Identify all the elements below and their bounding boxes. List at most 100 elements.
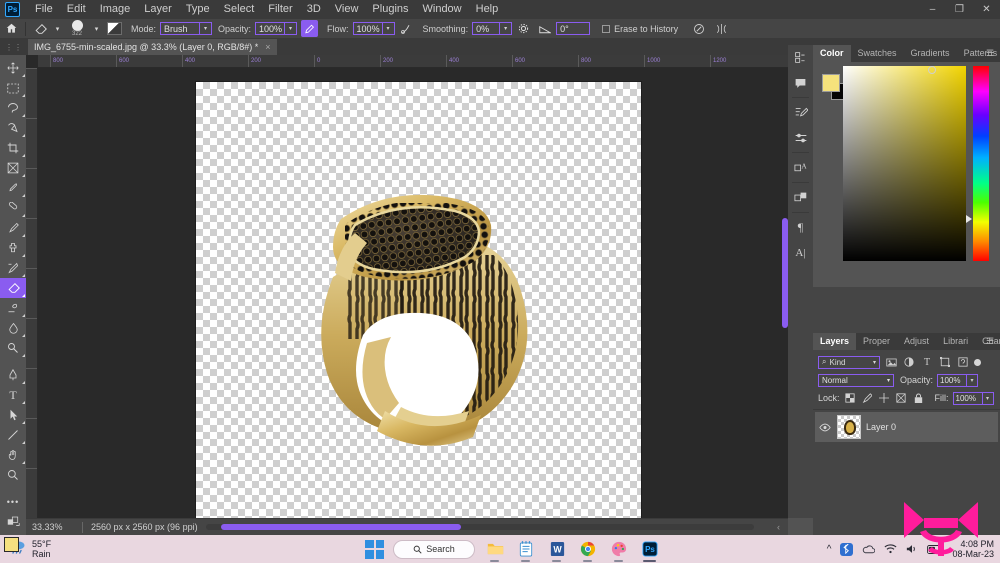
filter-adjustment-icon[interactable] — [902, 355, 916, 369]
lock-position-icon[interactable] — [878, 392, 891, 405]
layer-visibility-eye-icon[interactable] — [818, 423, 832, 432]
symmetry-icon[interactable] — [710, 19, 732, 39]
rectangular-marquee-tool[interactable] — [0, 78, 26, 98]
zoom-level[interactable]: 33.33% — [26, 522, 82, 532]
brush-angle-value[interactable]: 0° — [556, 22, 591, 35]
filter-type-icon[interactable]: T — [920, 355, 934, 369]
dodge-tool[interactable] — [0, 338, 26, 358]
edit-toolbar-button[interactable]: ••• — [0, 492, 26, 512]
tablet-pressure-size-icon[interactable] — [395, 19, 417, 39]
object-selection-tool[interactable] — [0, 118, 26, 138]
filter-shape-icon[interactable] — [938, 355, 952, 369]
wifi-icon[interactable] — [884, 544, 897, 554]
layer-filter-kind-select[interactable]: ⌕ Kind ▾ — [818, 355, 880, 369]
microsoft-word-icon[interactable]: W — [546, 538, 568, 562]
windows-start-icon[interactable] — [365, 539, 384, 559]
tab-layers[interactable]: Layers — [813, 333, 857, 350]
default-colors-button[interactable] — [0, 512, 26, 532]
lock-transparent-pixels-icon[interactable] — [844, 392, 857, 405]
eraser-tool[interactable] — [0, 278, 26, 298]
gear-icon[interactable] — [512, 19, 534, 39]
blend-mode-select[interactable]: Normal ▾ — [818, 373, 894, 387]
pen-tool[interactable] — [0, 365, 26, 385]
document-tab[interactable]: IMG_6755-min-scaled.jpg @ 33.3% (Layer 0… — [28, 39, 277, 55]
hand-tool[interactable] — [0, 445, 26, 465]
tab-gradients[interactable]: Gradients — [904, 45, 957, 62]
menu-item-help[interactable]: Help — [469, 0, 506, 19]
status-collapse-icon[interactable]: ‹ — [777, 522, 780, 532]
restore-button[interactable]: ❐ — [946, 0, 973, 19]
mode-select[interactable]: Brush ▾ — [160, 22, 213, 35]
file-explorer-icon[interactable] — [484, 538, 506, 562]
tab-color[interactable]: Color — [813, 45, 851, 62]
minimize-button[interactable]: – — [919, 0, 946, 19]
menu-item-3d[interactable]: 3D — [300, 0, 328, 19]
menu-item-select[interactable]: Select — [217, 0, 262, 19]
brush-tool[interactable] — [0, 218, 26, 238]
volume-icon[interactable] — [906, 544, 918, 554]
hue-strip[interactable] — [973, 66, 989, 261]
hue-strip-marker[interactable] — [966, 215, 972, 223]
color-panel-foreground-swatch[interactable] — [822, 74, 840, 92]
actions-panel-icon[interactable] — [788, 100, 813, 125]
menu-item-filter[interactable]: Filter — [261, 0, 299, 19]
brush-size-preview[interactable]: 322 — [64, 19, 90, 39]
color-field-marker[interactable] — [928, 66, 936, 74]
foreground-color-swatch[interactable] — [4, 537, 19, 552]
canvas-viewport[interactable] — [38, 68, 788, 518]
erase-to-history-checkbox[interactable]: Erase to History — [590, 24, 678, 34]
tray-overflow-chevron-up-icon[interactable]: ^ — [827, 544, 832, 555]
vertical-ruler[interactable] — [26, 68, 38, 518]
character-panel-icon[interactable]: A — [788, 155, 813, 180]
layers-panel-menu-icon[interactable]: ☰ — [986, 337, 996, 346]
onedrive-icon[interactable] — [862, 544, 876, 554]
eraser-icon[interactable] — [29, 19, 51, 39]
canvas-area[interactable]: 800 600 400 200 0 200 400 600 800 1000 1200 — [26, 55, 788, 518]
opacity-input[interactable]: 100% ▾ — [255, 22, 298, 35]
spot-healing-brush-tool[interactable] — [0, 198, 26, 218]
notepad-icon[interactable] — [515, 538, 537, 562]
move-tool[interactable] — [0, 58, 26, 78]
paragraph-panel-icon[interactable]: ¶ — [788, 215, 813, 240]
layer-opacity-input[interactable]: 100% ▾ — [937, 373, 979, 387]
brush-settings-panel-icon[interactable] — [788, 125, 813, 150]
menu-item-type[interactable]: Type — [179, 0, 217, 19]
tab-swatches[interactable]: Swatches — [851, 45, 904, 62]
eyedropper-tool[interactable] — [0, 178, 26, 198]
lock-artboard-nesting-icon[interactable] — [895, 392, 908, 405]
brush-settings-panel-toggle[interactable] — [103, 19, 125, 39]
microsoft-paint-icon[interactable] — [608, 538, 630, 562]
horizontal-scrollbar-thumb[interactable] — [221, 524, 461, 530]
clone-stamp-tool[interactable] — [0, 238, 26, 258]
tablet-size-icon[interactable] — [688, 19, 710, 39]
zoom-tool[interactable] — [0, 465, 26, 485]
flow-input[interactable]: 100% ▾ — [352, 22, 395, 35]
taskbar-search-box[interactable]: Search — [393, 539, 475, 559]
filter-enable-toggle[interactable] — [974, 358, 981, 366]
table-row[interactable]: Layer 0 — [815, 412, 998, 442]
menu-item-file[interactable]: File — [28, 0, 60, 19]
layer-name[interactable]: Layer 0 — [866, 422, 896, 432]
menu-item-edit[interactable]: Edit — [60, 0, 93, 19]
blur-tool[interactable] — [0, 318, 26, 338]
close-icon[interactable]: × — [265, 42, 270, 52]
history-panel-icon[interactable] — [788, 45, 813, 70]
brush-angle-icon[interactable] — [534, 19, 556, 39]
layer-fill-input[interactable]: 100% ▾ — [952, 391, 994, 405]
tab-adjustments[interactable]: Adjust — [897, 333, 936, 350]
lock-all-icon[interactable] — [912, 392, 925, 405]
tab-libraries[interactable]: Librari — [936, 333, 975, 350]
battery-icon[interactable] — [927, 544, 944, 554]
tab-drag-handle[interactable]: ⋮⋮ — [0, 39, 28, 55]
horizontal-ruler[interactable]: 800 600 400 200 0 200 400 600 800 1000 1200 — [38, 55, 788, 68]
color-panel-menu-icon[interactable]: ☰ — [986, 49, 996, 58]
crop-tool[interactable] — [0, 138, 26, 158]
close-button[interactable]: ✕ — [973, 0, 1000, 19]
photoshop-taskbar-icon[interactable]: Ps — [639, 538, 661, 562]
color-field-picker[interactable] — [843, 66, 966, 261]
menu-item-layer[interactable]: Layer — [137, 0, 179, 19]
history-brush-tool[interactable] — [0, 258, 26, 278]
tab-properties[interactable]: Proper — [856, 333, 897, 350]
line-shape-tool[interactable] — [0, 425, 26, 445]
smoothing-input[interactable]: 0% ▾ — [472, 22, 513, 35]
